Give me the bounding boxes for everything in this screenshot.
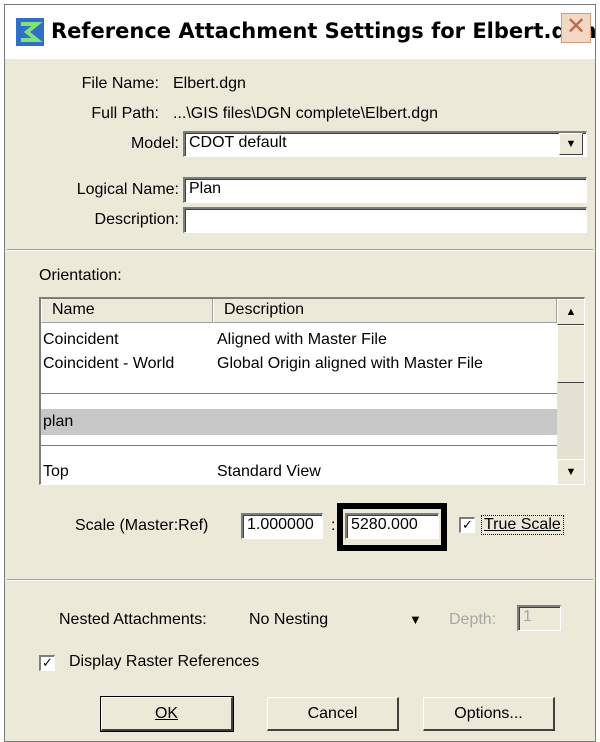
list-item-selected[interactable]: plan [41,409,557,435]
list-scrollbar[interactable]: ▲ ▼ [557,299,584,484]
reference-attachment-dialog: Reference Attachment Settings for Elbert… [4,4,597,742]
orientation-description: Global Origin aligned with Master File [217,355,483,372]
chevron-down-icon: ▼ [409,612,422,627]
nesting-value: No Nesting [249,611,329,628]
scale-master-input[interactable]: 1.000000 [241,513,323,539]
file-name-value: Elbert.dgn [173,75,246,92]
depth-input[interactable]: 1 [517,605,561,631]
close-button[interactable]: ✕ [561,13,591,43]
list-item[interactable]: Top Standard View [41,459,557,484]
full-path-label: Full Path: [91,105,159,122]
ok-button[interactable]: OK [100,696,234,732]
column-header-name[interactable]: Name [41,299,213,323]
logical-name-label: Logical Name: [76,181,179,198]
list-separator [41,445,557,446]
orientation-name: Coincident [43,331,119,348]
list-separator [41,393,557,394]
display-raster-label[interactable]: Display Raster References [69,653,259,671]
divider [7,579,593,581]
display-raster-checkbox[interactable]: ✓ [39,655,55,671]
orientation-name: plan [43,413,74,430]
close-icon: ✕ [565,13,587,40]
true-scale-checkbox[interactable]: ✓ [459,517,475,533]
scale-master-value: 1.000000 [247,516,314,533]
orientation-list[interactable]: Name Description Coincident Aligned with… [39,297,585,485]
title-bar: Reference Attachment Settings for Elbert… [5,5,597,59]
options-button[interactable]: Options... [423,697,555,731]
scale-ref-input[interactable]: 5280.000 [345,513,439,539]
orientation-label: Orientation: [39,267,122,284]
column-header-description[interactable]: Description [213,299,557,323]
true-scale-text: True Scale [484,516,561,533]
scroll-down-icon[interactable]: ▼ [557,459,584,484]
list-item[interactable]: Coincident Aligned with Master File [41,327,557,353]
true-scale-label[interactable]: True Scale [481,515,564,535]
model-dropdown[interactable]: CDOT default [183,131,587,157]
full-path-value: ...\GIS files\DGN complete\Elbert.dgn [173,105,438,122]
description-label: Description: [94,211,179,228]
cancel-button[interactable]: Cancel [267,697,399,731]
orientation-name: Coincident - World [43,355,175,372]
logical-name-input[interactable]: Plan [183,177,587,203]
orientation-name: Top [43,463,69,480]
orientation-description: Aligned with Master File [217,331,387,348]
scale-ref-value: 5280.000 [351,516,418,533]
chevron-down-icon[interactable]: ▼ [559,133,583,155]
depth-value: 1 [523,608,532,625]
list-item[interactable]: Coincident - World Global Origin aligned… [41,351,557,377]
ok-label: OK [154,705,179,722]
orientation-description: Standard View [217,463,321,480]
file-name-label: File Name: [25,75,159,93]
logical-name-value: Plan [189,180,222,197]
description-input[interactable] [183,207,587,233]
list-header: Name Description [41,299,557,323]
microstation-logo-icon [16,18,44,46]
scroll-up-icon[interactable]: ▲ [557,299,584,325]
model-value: CDOT default [189,134,287,151]
scale-separator: : [331,517,336,534]
dialog-title: Reference Attachment Settings for Elbert… [51,19,597,43]
nesting-dropdown[interactable]: No Nesting ▼ [249,611,429,629]
file-name-label-text: File Name: [81,75,159,92]
nested-attachments-label: Nested Attachments: [59,611,207,628]
depth-label: Depth: [449,611,497,628]
model-label: Model: [130,135,179,152]
divider [7,249,593,251]
scale-label: Scale (Master:Ref) [75,517,209,534]
scroll-thumb[interactable] [557,325,584,383]
